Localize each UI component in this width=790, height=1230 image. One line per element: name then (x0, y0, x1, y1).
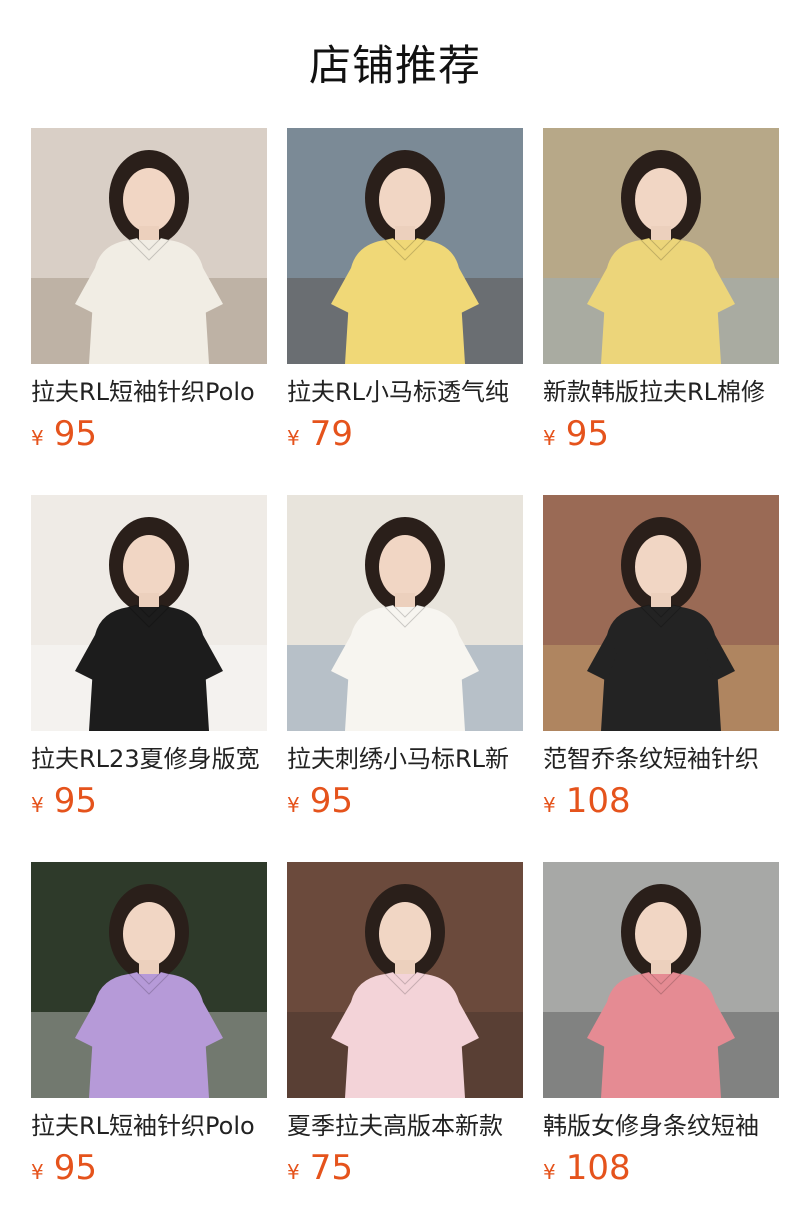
product-image[interactable] (287, 495, 523, 731)
product-price: ¥ 79 (287, 414, 523, 454)
product-price: ¥ 108 (543, 1148, 779, 1188)
product-card[interactable]: 拉夫RL短袖针织Polo ¥ 95 (31, 862, 267, 1229)
product-price: ¥ 95 (287, 781, 523, 821)
product-price: ¥ 95 (31, 781, 267, 821)
product-card[interactable]: 拉夫RL短袖针织Polo ¥ 95 (31, 128, 267, 495)
product-photo (287, 495, 523, 731)
currency-symbol: ¥ (543, 426, 556, 450)
product-card[interactable]: 韩版女修身条纹短袖 ¥ 108 (543, 862, 779, 1229)
currency-symbol: ¥ (31, 426, 44, 450)
product-image[interactable] (287, 862, 523, 1098)
product-image[interactable] (543, 495, 779, 731)
product-image[interactable] (31, 862, 267, 1098)
product-title[interactable]: 韩版女修身条纹短袖 (543, 1111, 779, 1141)
section-header: 店铺推荐 (0, 0, 790, 128)
product-photo (31, 128, 267, 364)
price-value: 95 (53, 1148, 97, 1188)
price-value: 95 (53, 781, 97, 821)
product-image[interactable] (31, 495, 267, 731)
product-title[interactable]: 拉夫RL小马标透气纯 (287, 377, 523, 407)
product-title[interactable]: 拉夫刺绣小马标RL新 (287, 744, 523, 774)
product-card[interactable]: 拉夫RL小马标透气纯 ¥ 79 (287, 128, 523, 495)
product-grid: 拉夫RL短袖针织Polo ¥ 95 拉夫RL小马标透气纯 ¥ 79 新款韩版拉夫… (31, 128, 790, 1229)
product-price: ¥ 95 (31, 1148, 267, 1188)
product-price: ¥ 95 (543, 414, 779, 454)
price-value: 75 (309, 1148, 353, 1188)
currency-symbol: ¥ (287, 426, 300, 450)
product-photo (287, 862, 523, 1098)
product-photo (543, 495, 779, 731)
product-title[interactable]: 拉夫RL23夏修身版宽 (31, 744, 267, 774)
product-image[interactable] (543, 862, 779, 1098)
product-photo (543, 128, 779, 364)
currency-symbol: ¥ (287, 793, 300, 817)
product-title[interactable]: 拉夫RL短袖针织Polo (31, 1111, 267, 1141)
price-value: 108 (565, 1148, 631, 1188)
product-card[interactable]: 范智乔条纹短袖针织 ¥ 108 (543, 495, 779, 862)
product-title[interactable]: 范智乔条纹短袖针织 (543, 744, 779, 774)
price-value: 95 (53, 414, 97, 454)
price-value: 108 (565, 781, 631, 821)
currency-symbol: ¥ (287, 1160, 300, 1184)
currency-symbol: ¥ (543, 793, 556, 817)
product-card[interactable]: 夏季拉夫高版本新款 ¥ 75 (287, 862, 523, 1229)
product-title[interactable]: 新款韩版拉夫RL棉修 (543, 377, 779, 407)
currency-symbol: ¥ (31, 793, 44, 817)
product-photo (31, 495, 267, 731)
product-price: ¥ 75 (287, 1148, 523, 1188)
product-card[interactable]: 拉夫刺绣小马标RL新 ¥ 95 (287, 495, 523, 862)
product-title[interactable]: 夏季拉夫高版本新款 (287, 1111, 523, 1141)
price-value: 79 (309, 414, 353, 454)
product-price: ¥ 108 (543, 781, 779, 821)
product-price: ¥ 95 (31, 414, 267, 454)
product-card[interactable]: 新款韩版拉夫RL棉修 ¥ 95 (543, 128, 779, 495)
product-photo (543, 862, 779, 1098)
section-title: 店铺推荐 (308, 41, 481, 90)
product-image[interactable] (543, 128, 779, 364)
currency-symbol: ¥ (31, 1160, 44, 1184)
product-image[interactable] (31, 128, 267, 364)
product-photo (287, 128, 523, 364)
currency-symbol: ¥ (543, 1160, 556, 1184)
product-photo (31, 862, 267, 1098)
price-value: 95 (565, 414, 609, 454)
product-title[interactable]: 拉夫RL短袖针织Polo (31, 377, 267, 407)
product-card[interactable]: 拉夫RL23夏修身版宽 ¥ 95 (31, 495, 267, 862)
price-value: 95 (309, 781, 353, 821)
product-image[interactable] (287, 128, 523, 364)
